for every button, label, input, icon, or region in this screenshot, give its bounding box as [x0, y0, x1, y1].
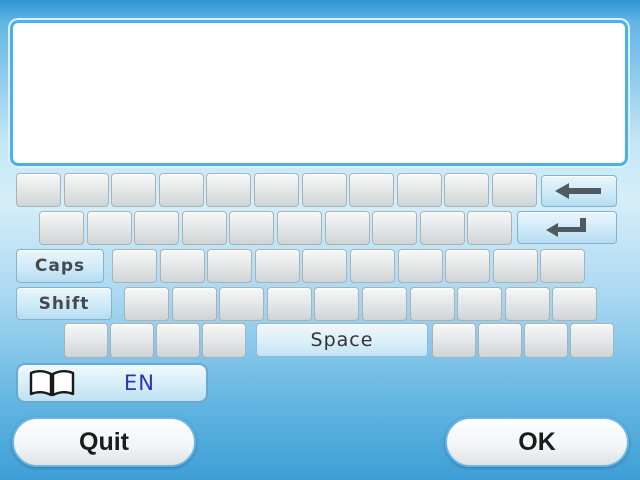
character-key[interactable] [467, 211, 512, 245]
character-key[interactable] [350, 249, 395, 283]
character-key[interactable] [432, 323, 476, 358]
character-key[interactable] [160, 249, 205, 283]
character-key[interactable] [159, 173, 204, 207]
character-key[interactable] [64, 323, 108, 358]
character-key[interactable] [87, 211, 132, 245]
character-key[interactable] [478, 323, 522, 358]
character-key[interactable] [444, 173, 489, 207]
character-key[interactable] [420, 211, 465, 245]
character-key[interactable] [206, 173, 251, 207]
character-key[interactable] [112, 249, 157, 283]
quit-button[interactable]: Quit [12, 417, 196, 467]
character-key[interactable] [457, 287, 502, 321]
character-key[interactable] [398, 249, 443, 283]
character-key[interactable] [182, 211, 227, 245]
character-key[interactable] [492, 173, 537, 207]
character-key[interactable] [16, 173, 61, 207]
backspace-key[interactable] [541, 175, 617, 207]
character-key[interactable] [362, 287, 407, 321]
enter-return-icon [546, 217, 586, 237]
character-key[interactable] [314, 287, 359, 321]
character-key[interactable] [172, 287, 217, 321]
caps-key[interactable]: Caps [16, 249, 104, 283]
character-key[interactable] [302, 173, 347, 207]
arrow-left-icon [555, 183, 601, 199]
character-key[interactable] [524, 323, 568, 358]
character-key[interactable] [207, 249, 252, 283]
character-key[interactable] [277, 211, 322, 245]
character-key[interactable] [397, 173, 442, 207]
language-label: EN [124, 371, 155, 395]
character-key[interactable] [570, 323, 614, 358]
character-key[interactable] [134, 211, 179, 245]
character-key[interactable] [505, 287, 550, 321]
character-key[interactable] [111, 173, 156, 207]
character-key[interactable] [540, 249, 585, 283]
character-key[interactable] [302, 249, 347, 283]
character-key[interactable] [156, 323, 200, 358]
character-key[interactable] [124, 287, 169, 321]
character-key[interactable] [202, 323, 246, 358]
character-key[interactable] [267, 287, 312, 321]
character-key[interactable] [410, 287, 455, 321]
character-key[interactable] [229, 211, 274, 245]
character-key[interactable] [110, 323, 154, 358]
character-key[interactable] [493, 249, 538, 283]
enter-key[interactable] [517, 211, 617, 244]
character-key[interactable] [64, 173, 109, 207]
character-key[interactable] [552, 287, 597, 321]
text-input-area[interactable] [10, 20, 628, 166]
shift-key[interactable]: Shift [16, 287, 112, 320]
character-key[interactable] [39, 211, 84, 245]
ok-button[interactable]: OK [445, 417, 629, 467]
character-key[interactable] [372, 211, 417, 245]
character-key[interactable] [254, 173, 299, 207]
book-icon [29, 370, 75, 397]
character-key[interactable] [325, 211, 370, 245]
character-key[interactable] [349, 173, 394, 207]
character-key[interactable] [255, 249, 300, 283]
language-button[interactable]: EN [16, 363, 208, 403]
space-key[interactable]: Space [256, 323, 428, 357]
character-key[interactable] [219, 287, 264, 321]
character-key[interactable] [445, 249, 490, 283]
